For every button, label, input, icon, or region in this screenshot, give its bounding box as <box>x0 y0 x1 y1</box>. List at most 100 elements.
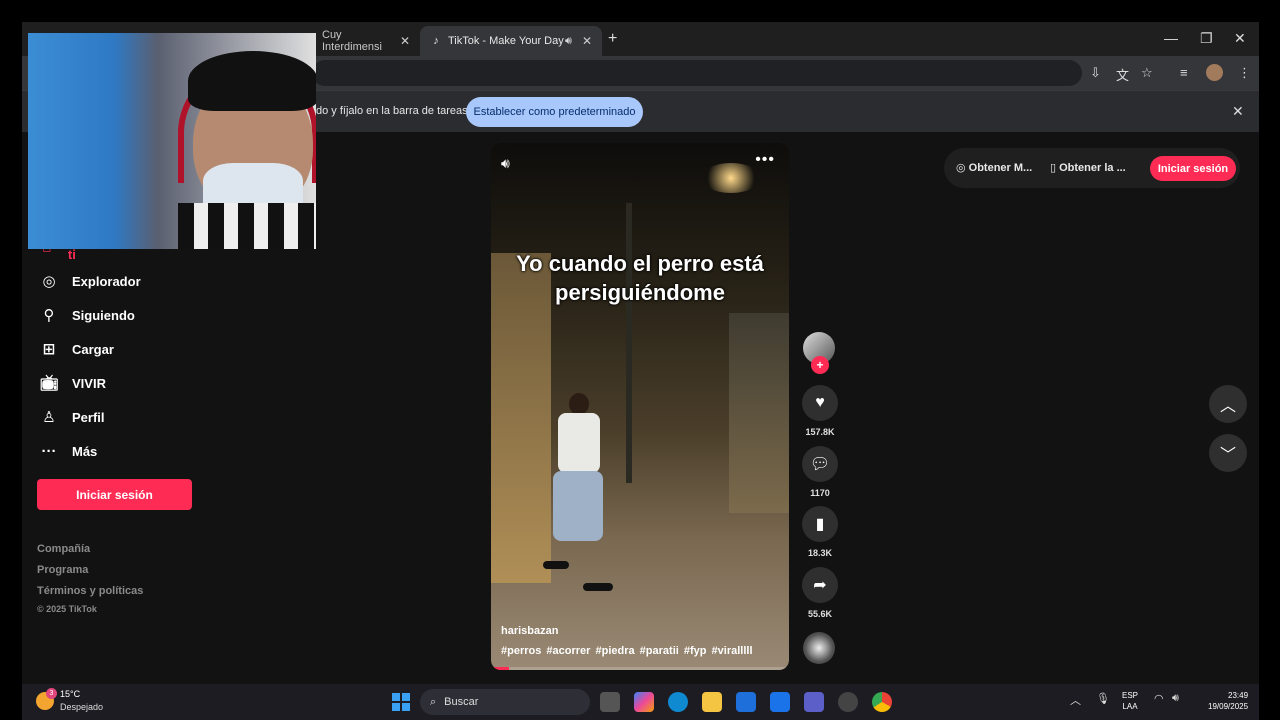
comment-icon: 💬︎ <box>802 446 838 482</box>
translate-icon[interactable]: 文 <box>1116 65 1129 84</box>
get-desktop-label: Obtener la ... <box>1059 162 1126 174</box>
sidebar-item-vivir[interactable]: 📺︎ VIVIR <box>38 371 106 395</box>
video-hashtags[interactable]: #perros #acorrer #piedra #paratii #fyp #… <box>501 645 753 657</box>
footer-link-terms[interactable]: Términos y políticas <box>37 585 143 597</box>
live-icon: 📺︎ <box>39 375 59 392</box>
footer-link-company[interactable]: Compañía <box>37 543 90 555</box>
video-player[interactable]: Yo cuando el perro está persiguiéndome 🔊… <box>491 143 789 670</box>
streetlight <box>701 163 761 193</box>
video-author[interactable]: harisbazan <box>501 625 558 637</box>
star-icon[interactable]: ☆ <box>1141 65 1153 81</box>
close-window-icon[interactable]: ✕ <box>1234 30 1246 47</box>
temperature: 15°C <box>60 689 81 699</box>
close-icon[interactable]: ✕ <box>1232 103 1244 120</box>
more-icon: ··· <box>41 442 57 460</box>
progress-fill <box>491 667 509 670</box>
footer-link-program[interactable]: Programa <box>37 564 88 576</box>
restore-icon[interactable]: ❐ <box>1200 30 1213 47</box>
chrome-icon[interactable] <box>872 692 892 712</box>
menu-icon[interactable]: ⋮ <box>1238 65 1251 81</box>
comment-button[interactable]: 💬︎ 1170 <box>801 446 839 498</box>
sidebar-item-label: Siguiendo <box>72 307 135 323</box>
close-icon[interactable]: ✕ <box>400 34 410 48</box>
store-icon[interactable] <box>736 692 756 712</box>
dancing-person <box>543 393 613 593</box>
taskbar-search[interactable]: ⌕ Buscar <box>420 689 590 715</box>
more-options-icon[interactable]: ••• <box>755 151 775 169</box>
comment-count: 1170 <box>810 488 830 498</box>
like-button[interactable]: ♥ 157.8K <box>801 385 839 437</box>
heart-icon: ♥ <box>802 385 838 421</box>
person-shoe <box>583 583 613 591</box>
share-button[interactable]: ➦ 55.6K <box>801 567 839 619</box>
music-disc-icon[interactable] <box>803 632 835 664</box>
set-default-button[interactable]: Establecer como predeterminado <box>466 97 643 127</box>
tab-tiktok[interactable]: ♪ TikTok - Make Your Day 🔊︎ ✕ <box>420 26 602 56</box>
infobar-message: do y fíjalo en la barra de tareas <box>316 105 468 117</box>
login-button[interactable]: Iniciar sesión <box>37 479 192 510</box>
windows-start-icon[interactable] <box>392 693 410 711</box>
sidebar-item-explorador[interactable]: ◎ Explorador <box>38 269 140 293</box>
like-count: 157.8K <box>805 427 835 437</box>
speaker-icon[interactable]: 🔊︎ <box>1172 692 1179 705</box>
edge-icon[interactable] <box>668 692 688 712</box>
upload-icon: ⊞ <box>42 341 56 358</box>
clock-time: 23:49 <box>1228 691 1249 700</box>
tab-cuy[interactable]: Cuy Interdimensi ✕ <box>312 26 420 56</box>
phone-icon: ▯ <box>1050 162 1060 174</box>
clock-date: 19/09/2025 <box>1208 702 1249 711</box>
chevron-up-icon[interactable]: ︿ <box>1209 385 1247 423</box>
top-login-button[interactable]: Iniciar sesión <box>1150 156 1236 181</box>
share-count: 55.6K <box>807 609 833 619</box>
sidebar-item-label: Más <box>72 443 98 459</box>
language-indicator[interactable]: ESP LAA <box>1122 690 1138 712</box>
webcam-overlay <box>28 33 316 249</box>
chevron-down-icon[interactable]: ﹀ <box>1209 434 1247 472</box>
new-tab-icon[interactable]: + <box>608 30 617 48</box>
speaker-icon[interactable]: 🔊︎ <box>565 35 572 48</box>
chevron-up-icon[interactable]: ︿ <box>1070 692 1081 708</box>
system-clock[interactable]: 23:49 19/09/2025 <box>1208 690 1248 712</box>
install-icon[interactable]: ⇩ <box>1090 65 1101 81</box>
get-desktop-link[interactable]: ▯ Obtener la ... <box>1050 161 1126 174</box>
sidebar-item-siguiendo[interactable]: ⚲ Siguiendo <box>38 303 135 327</box>
video-progress[interactable] <box>491 667 789 670</box>
copilot-icon[interactable] <box>634 692 654 712</box>
sidebar-item-label: Cargar <box>72 341 114 357</box>
video-caption: Yo cuando el perro está persiguiéndome <box>516 251 764 305</box>
close-icon[interactable]: ✕ <box>582 34 592 48</box>
person-body <box>558 413 600 473</box>
person-shoe <box>543 561 569 569</box>
tab-title: TikTok - Make Your Day <box>448 35 564 47</box>
task-view-icon[interactable] <box>600 692 620 712</box>
tiktok-icon: ♪ <box>433 35 439 47</box>
save-button[interactable]: ▮ 18.3K <box>801 506 839 558</box>
minimize-icon[interactable]: — <box>1164 30 1178 46</box>
sidebar-item-mas[interactable]: ··· Más <box>38 439 98 463</box>
app-icon[interactable] <box>838 692 858 712</box>
file-explorer-icon[interactable] <box>702 692 722 712</box>
weather-badge: 3 <box>46 688 57 699</box>
avatar[interactable] <box>1206 64 1223 81</box>
sidebar-item-label: Perfil <box>72 409 105 425</box>
address-bar[interactable] <box>312 60 1082 86</box>
building <box>729 313 789 513</box>
follow-icon[interactable]: + <box>811 356 829 374</box>
sidebar-item-cargar[interactable]: ⊞ Cargar <box>38 337 114 361</box>
weather-condition: Despejado <box>60 702 104 712</box>
get-app-link[interactable]: ◎ Obtener M... <box>956 161 1032 174</box>
streamer-hair <box>188 51 316 111</box>
wifi-icon[interactable]: ◠ <box>1154 692 1164 705</box>
search-label: Buscar <box>444 696 479 708</box>
mail-icon[interactable] <box>770 692 790 712</box>
sidebar-item-perfil[interactable]: ♙ Perfil <box>38 405 105 429</box>
volume-icon[interactable]: 🔊︎ <box>501 155 510 172</box>
app-icon: ◎ <box>956 162 969 174</box>
top-actions: ◎ Obtener M... ▯ Obtener la ... Iniciar … <box>944 148 1240 188</box>
microphone-icon[interactable]: 🎙︎ <box>1096 692 1110 705</box>
following-icon: ⚲ <box>43 307 55 324</box>
tab-title: Cuy Interdimensi <box>322 29 382 53</box>
media-icon[interactable]: ≡ <box>1180 65 1188 80</box>
teams-icon[interactable] <box>804 692 824 712</box>
compass-icon: ◎ <box>42 273 56 290</box>
